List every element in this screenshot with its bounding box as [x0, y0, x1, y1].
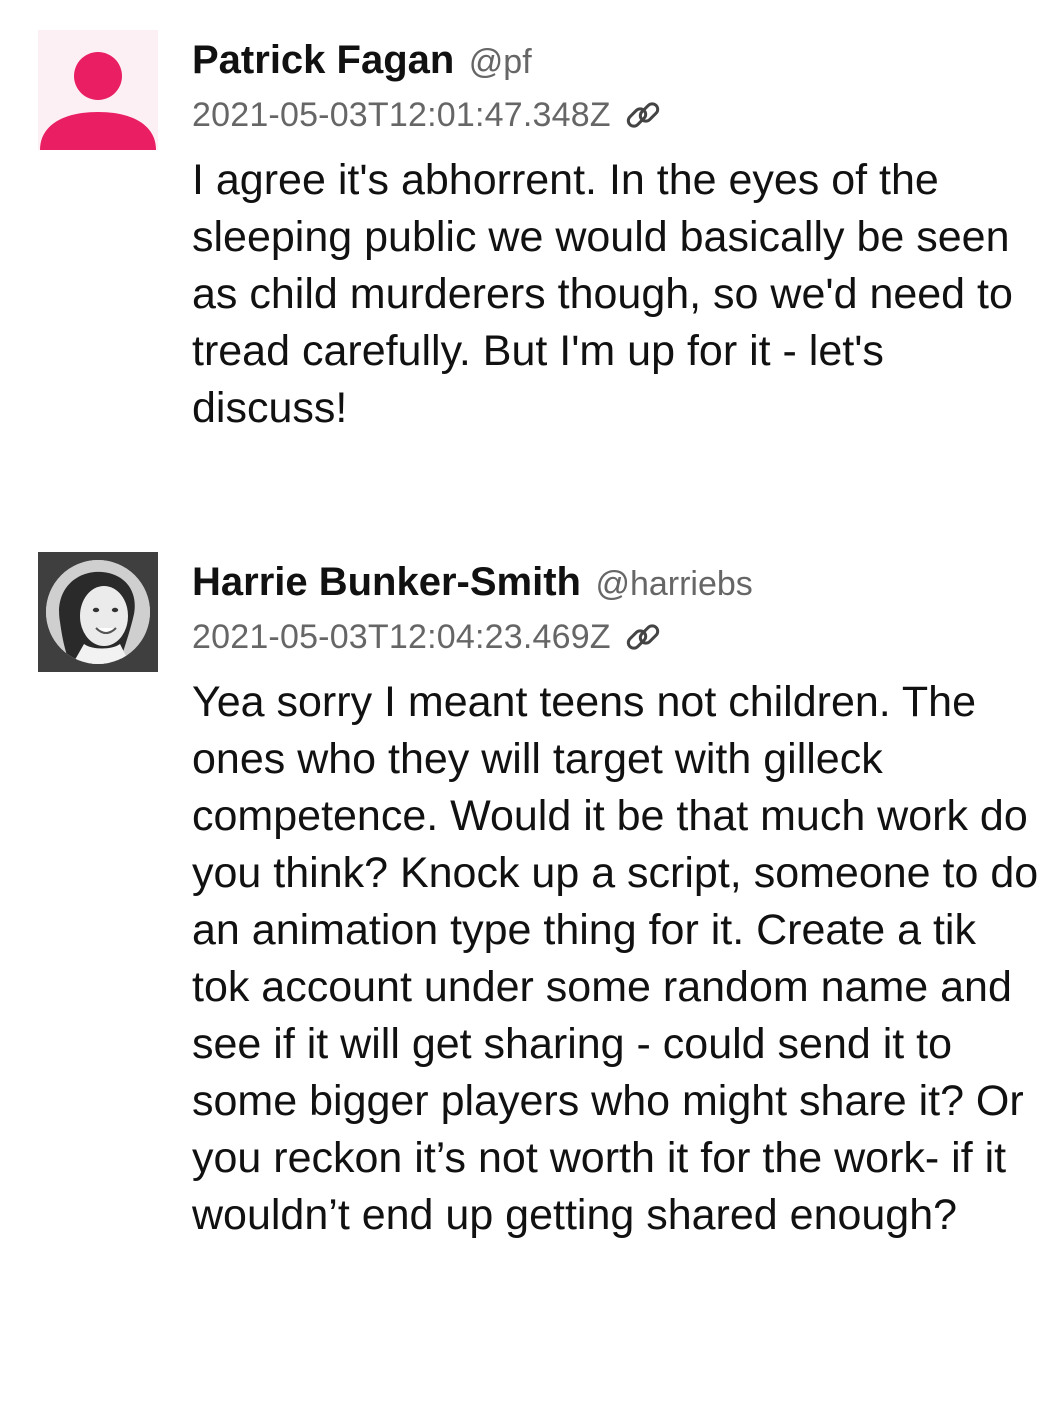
meta-line: 2021-05-03T12:04:23.469Z — [192, 612, 1042, 662]
timestamp: 2021-05-03T12:04:23.469Z — [192, 618, 611, 656]
link-icon[interactable] — [623, 617, 663, 657]
message-text: I agree it's abhorrent. In the eyes of t… — [192, 156, 1013, 432]
author-handle[interactable]: @pf — [469, 43, 532, 81]
meta-line: 2021-05-03T12:01:47.348Z — [192, 90, 1042, 140]
link-icon[interactable] — [623, 95, 663, 135]
author-line: Patrick Fagan @pf — [192, 30, 1042, 90]
message-text: Yea sorry I meant teens not children. Th… — [192, 678, 1039, 1239]
author-handle[interactable]: @harriebs — [595, 565, 752, 603]
author-name[interactable]: Harrie Bunker-Smith — [192, 560, 581, 604]
profile-photo — [38, 552, 158, 672]
author-line: Harrie Bunker-Smith @harriebs — [192, 552, 1042, 612]
avatar[interactable] — [38, 30, 158, 150]
person-icon — [40, 52, 156, 150]
avatar[interactable] — [38, 552, 158, 672]
timestamp: 2021-05-03T12:01:47.348Z — [192, 96, 611, 134]
message-body: Harrie Bunker-Smith @harriebs 2021-05-03… — [192, 552, 1042, 1244]
author-name[interactable]: Patrick Fagan — [192, 38, 454, 82]
message-body: Patrick Fagan @pf 2021-05-03T12:01:47.34… — [192, 30, 1042, 437]
